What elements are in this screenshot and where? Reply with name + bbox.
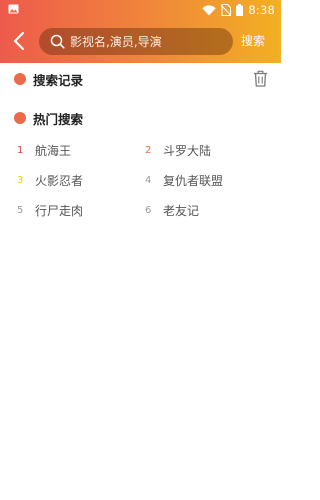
hot-search-term: 火影忍者	[35, 173, 84, 188]
section-dot	[14, 73, 26, 85]
hot-search-item[interactable]: 1 航海王	[17, 142, 71, 158]
hot-search-rank: 5	[17, 204, 24, 216]
hot-search-header: 热门搜索	[14, 109, 83, 127]
hot-search-item[interactable]: 5 行尸走肉	[17, 202, 83, 218]
hot-search-term: 航海王	[35, 143, 72, 158]
hot-search-item[interactable]: 2 斗罗大陆	[145, 142, 211, 158]
hot-search-title: 热门搜索	[33, 111, 84, 127]
battery-icon	[236, 4, 244, 16]
section-dot	[14, 112, 26, 124]
status-icons: 8:38	[202, 2, 275, 18]
hot-search-term: 老友记	[163, 203, 200, 218]
hot-search-rank: 4	[145, 174, 152, 186]
hot-search-term: 复仇者联盟	[163, 173, 224, 188]
status-bar: 8:38	[0, 0, 281, 20]
trash-icon[interactable]	[253, 70, 268, 87]
search-history-title: 搜索记录	[33, 72, 84, 88]
hot-search-item[interactable]: 6 老友记	[145, 202, 199, 218]
status-time: 8:38	[248, 3, 275, 17]
search-box[interactable]	[39, 28, 233, 55]
hot-search-rank: 1	[17, 144, 24, 156]
hot-search-item[interactable]: 4 复仇者联盟	[145, 172, 223, 188]
hot-search-rank: 6	[145, 204, 152, 216]
back-chevron-icon[interactable]	[10, 30, 30, 52]
hot-search-item[interactable]: 3 火影忍者	[17, 172, 83, 188]
image-thumbnail-icon	[8, 4, 19, 14]
search-icon	[50, 34, 65, 49]
top-bar: 8:38 搜索	[0, 0, 281, 63]
no-sim-icon	[221, 4, 232, 16]
search-button[interactable]: 搜索	[241, 32, 265, 49]
search-screen: 8:38 搜索 搜索记录 热门搜索 1 航海王 2	[0, 0, 281, 500]
search-input[interactable]	[70, 31, 228, 52]
hot-search-term: 斗罗大陆	[163, 143, 212, 158]
hot-search-term: 行尸走肉	[35, 203, 84, 218]
hot-search-rank: 2	[145, 144, 152, 156]
hot-search-rank: 3	[17, 174, 24, 186]
wifi-icon	[202, 4, 217, 15]
search-history-header: 搜索记录	[14, 70, 83, 88]
